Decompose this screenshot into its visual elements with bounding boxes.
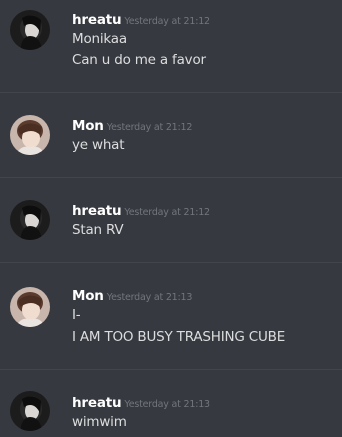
boy-avatar-icon: [10, 115, 50, 155]
message-header: Mon Yesterday at 21:13: [72, 285, 193, 304]
message-header: Mon Yesterday at 21:12: [72, 115, 193, 134]
timestamp: Yesterday at 21:13: [106, 292, 193, 303]
message-divider: [0, 92, 342, 93]
girl-avatar-icon: [10, 10, 50, 50]
chat-message-list: hreatu Yesterday at 21:12 Monikaa Can u d…: [0, 0, 342, 437]
avatar[interactable]: [10, 115, 50, 155]
username[interactable]: hreatu: [72, 395, 122, 411]
avatar[interactable]: [10, 391, 50, 431]
avatar[interactable]: [10, 200, 50, 240]
avatar[interactable]: [10, 10, 50, 50]
message-divider: [0, 369, 342, 370]
username[interactable]: Mon: [72, 118, 104, 134]
timestamp: Yesterday at 21:12: [124, 207, 210, 218]
username[interactable]: Mon: [72, 288, 104, 304]
girl-avatar-icon: [10, 200, 50, 240]
message-text: Monikaa: [72, 31, 127, 47]
message-text: I-: [72, 307, 81, 323]
message-divider: [0, 262, 342, 263]
message-text: Stan RV: [72, 222, 124, 238]
username[interactable]: hreatu: [72, 12, 122, 28]
message-text: Can u do me a favor: [72, 52, 206, 68]
message-text: wimwim: [72, 414, 127, 430]
timestamp: Yesterday at 21:13: [124, 399, 210, 410]
message-header: hreatu Yesterday at 21:12: [72, 200, 210, 219]
message-header: hreatu Yesterday at 21:12: [72, 9, 210, 28]
timestamp: Yesterday at 21:12: [106, 122, 193, 133]
message-text: I AM TOO BUSY TRASHING CUBE: [72, 329, 286, 345]
avatar[interactable]: [10, 287, 50, 327]
message-text: ye what: [72, 137, 125, 153]
girl-avatar-icon: [10, 391, 50, 431]
boy-avatar-icon: [10, 287, 50, 327]
timestamp: Yesterday at 21:12: [124, 16, 210, 27]
username[interactable]: hreatu: [72, 203, 122, 219]
message-header: hreatu Yesterday at 21:13: [72, 392, 210, 411]
message-divider: [0, 177, 342, 178]
